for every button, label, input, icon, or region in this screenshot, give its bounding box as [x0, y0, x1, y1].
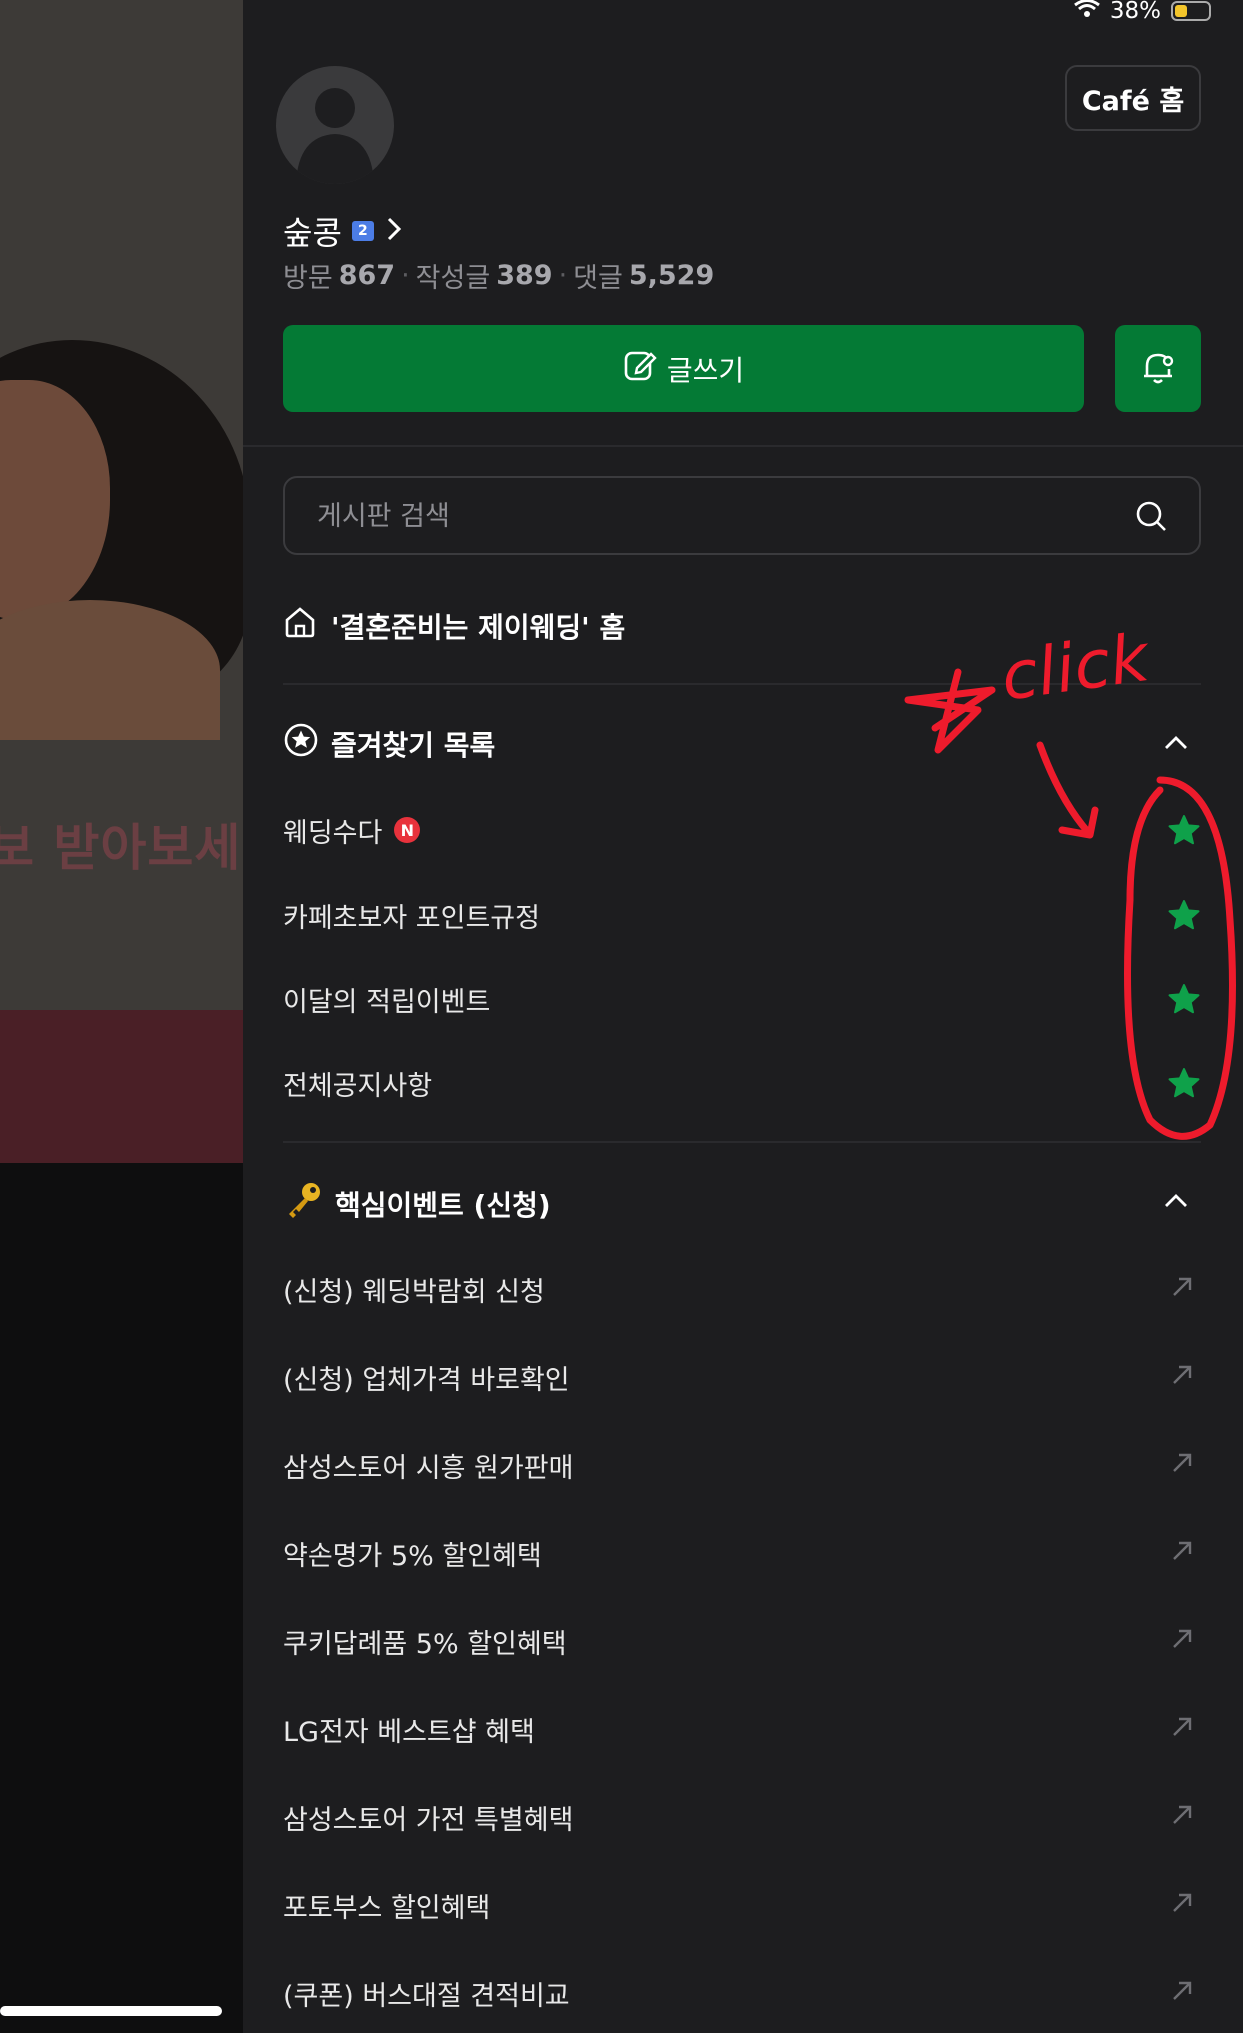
member-stats: 방문 867 · 작성글 389 · 댓글 5,529 [283, 256, 714, 295]
edit-icon [623, 348, 657, 389]
favorites-section-header[interactable]: 즐겨찾기 목록 [283, 722, 495, 765]
avatar[interactable] [276, 66, 394, 184]
favorite-item[interactable]: 이달의 적립이벤트 [283, 969, 1201, 1029]
external-link-icon [1171, 1628, 1193, 1654]
board-search[interactable] [283, 476, 1201, 555]
favorite-star-icon[interactable] [1167, 983, 1201, 1019]
stat-comments-label: 댓글 [573, 263, 623, 294]
background-banner-text: 보 받아보세 [0, 819, 242, 877]
external-link-icon [1171, 1364, 1193, 1390]
favorite-star-icon[interactable] [1167, 1067, 1201, 1103]
star-circle-icon [283, 722, 319, 765]
event-link-item[interactable]: (신청) 업체가격 바로확인 [283, 1347, 1201, 1407]
external-link-icon [1171, 1892, 1193, 1918]
external-link-icon [1171, 1452, 1193, 1478]
event-link-item[interactable]: 삼성스토어 시흥 원가판매 [283, 1435, 1201, 1495]
write-post-label: 글쓰기 [666, 353, 745, 387]
write-post-button[interactable]: 글쓰기 [283, 325, 1084, 412]
background-page: 보 받아보세 [0, 0, 243, 2033]
cafe-side-drawer: 38% Café 홈 숲콩 2 방문 867 · 작성글 389 · 댓글 5,… [243, 0, 1243, 2033]
core-events-section-header[interactable]: 핵심이벤트 (신청) [283, 1180, 551, 1227]
event-link-item[interactable]: 삼성스토어 가전 특별혜택 [283, 1787, 1201, 1847]
divider [283, 1141, 1201, 1143]
favorite-item[interactable]: 웨딩수다 N [283, 800, 1201, 860]
board-search-input[interactable] [315, 478, 1099, 555]
event-link-label: LG전자 베스트샵 혜택 [283, 1716, 535, 1748]
divider [243, 445, 1243, 447]
stat-visit-label: 방문 [283, 263, 333, 294]
home-icon [283, 605, 317, 646]
search-icon[interactable] [1133, 498, 1169, 538]
event-link-item[interactable]: 쿠키답례품 5% 할인혜택 [283, 1611, 1201, 1671]
event-link-item[interactable]: (쿠폰) 버스대절 견적비교 [283, 1963, 1201, 2023]
stat-comments-value: 5,529 [628, 260, 715, 291]
chevron-up-icon[interactable] [1163, 1193, 1189, 1213]
profile-link[interactable]: 숲콩 2 [283, 208, 404, 254]
stat-visit-value: 867 [338, 260, 396, 291]
stat-posts-label: 작성글 [415, 263, 491, 294]
favorite-item-label: 카페초보자 포인트규정 [283, 902, 540, 934]
external-link-icon [1171, 1804, 1193, 1830]
stat-posts-value: 389 [496, 260, 553, 291]
notification-settings-button[interactable] [1115, 325, 1201, 412]
event-link-label: 삼성스토어 가전 특별혜택 [283, 1804, 574, 1836]
external-link-icon [1171, 1716, 1193, 1742]
divider [283, 683, 1201, 685]
battery-percent: 38% [1109, 0, 1161, 24]
event-link-label: 쿠키답례품 5% 할인혜택 [283, 1628, 567, 1660]
cafe-home-link-label: '결혼준비는 제이웨딩' 홈 [331, 610, 626, 644]
core-events-title: 핵심이벤트 (신청) [335, 1188, 551, 1222]
external-link-icon [1171, 1540, 1193, 1566]
event-link-label: 약손명가 5% 할인혜택 [283, 1540, 542, 1572]
cafe-home-button[interactable]: Café 홈 [1065, 65, 1201, 131]
event-link-item[interactable]: (신청) 웨딩박람회 신청 [283, 1259, 1201, 1319]
event-link-item[interactable]: 포토부스 할인혜택 [283, 1875, 1201, 1935]
favorite-item-label: 이달의 적립이벤트 [283, 986, 491, 1018]
event-link-label: 포토부스 할인혜택 [283, 1892, 491, 1924]
battery-icon [1171, 1, 1211, 21]
favorite-item-label: 전체공지사항 [283, 1070, 433, 1102]
background-banner-strip [0, 1010, 243, 1163]
new-badge: N [394, 817, 421, 843]
event-link-item[interactable]: LG전자 베스트샵 혜택 [283, 1699, 1201, 1759]
favorite-star-icon[interactable] [1167, 899, 1201, 935]
event-link-label: 삼성스토어 시흥 원가판매 [283, 1452, 574, 1484]
favorite-item[interactable]: 전체공지사항 [283, 1053, 1201, 1113]
favorite-item[interactable]: 카페초보자 포인트규정 [283, 885, 1201, 945]
external-link-icon [1171, 1980, 1193, 2006]
event-link-item[interactable]: 약손명가 5% 할인혜택 [283, 1523, 1201, 1583]
favorites-title: 즐겨찾기 목록 [331, 728, 496, 762]
key-icon [283, 1180, 323, 1227]
status-bar: 38% [1073, 0, 1243, 24]
event-link-label: (신청) 웨딩박람회 신청 [283, 1276, 545, 1308]
external-link-icon [1171, 1276, 1193, 1302]
chevron-right-icon [384, 215, 404, 247]
chevron-up-icon[interactable] [1163, 735, 1189, 755]
home-indicator [0, 2006, 222, 2016]
event-link-label: (쿠폰) 버스대절 견적비교 [283, 1980, 570, 2012]
favorite-item-label: 웨딩수다 [283, 817, 383, 849]
event-link-label: (신청) 업체가격 바로확인 [283, 1364, 570, 1396]
cafe-home-link[interactable]: '결혼준비는 제이웨딩' 홈 [283, 605, 625, 646]
nickname: 숲콩 [283, 214, 342, 252]
bell-settings-icon [1139, 348, 1177, 390]
wifi-icon [1073, 0, 1100, 22]
favorite-star-icon[interactable] [1167, 814, 1201, 850]
member-level-badge: 2 [351, 221, 374, 241]
